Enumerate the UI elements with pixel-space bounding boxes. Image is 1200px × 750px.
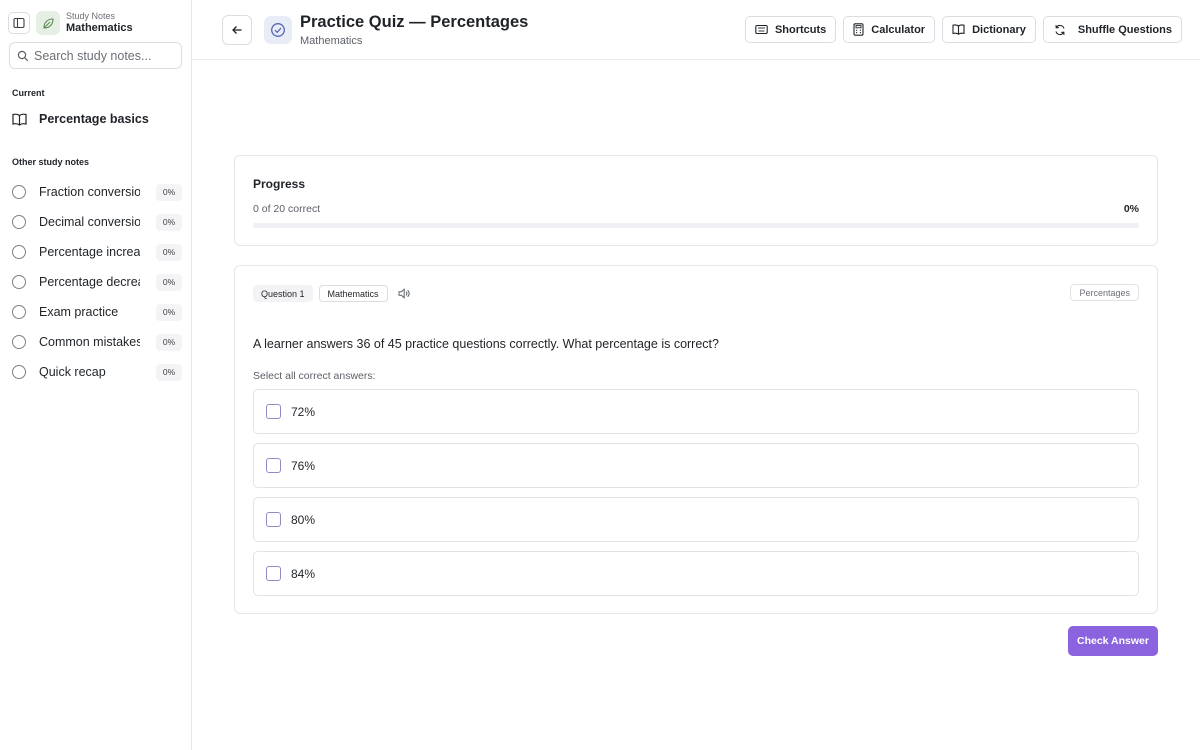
note-item[interactable]: Exam practice 0%	[12, 297, 182, 327]
progress-circle-icon	[12, 215, 26, 229]
progress-card: Progress 0 of 20 correct 0%	[234, 155, 1158, 246]
note-item[interactable]: Common mistakes 0%	[12, 327, 182, 357]
toolbar: Shortcuts Calculator Dictionary Shuffle …	[744, 16, 1182, 43]
note-label: Exam practice	[39, 305, 119, 319]
option-label: 76%	[291, 458, 316, 473]
back-button[interactable]	[222, 15, 252, 45]
note-progress-badge: 0%	[156, 243, 182, 261]
note-progress-badge: 0%	[156, 303, 182, 321]
note-label: Common mistakes	[39, 335, 140, 349]
keyboard-icon	[755, 24, 768, 35]
page-subtitle: Mathematics	[300, 35, 363, 47]
brand: Study Notes Mathematics	[66, 12, 133, 34]
option-label: 84%	[291, 566, 316, 581]
shortcuts-label: Shortcuts	[774, 23, 827, 36]
note-item[interactable]: Fraction conversions 0%	[12, 177, 182, 207]
search-icon	[17, 50, 29, 62]
brand-subtitle: Study Notes	[66, 11, 116, 21]
progress-count: 0 of 20 correct	[253, 203, 321, 215]
calculator-icon	[853, 23, 864, 36]
refresh-icon	[1054, 24, 1066, 36]
calculator-label: Calculator	[871, 23, 926, 36]
search-input[interactable]	[34, 48, 174, 63]
answer-option[interactable]: 84%	[253, 551, 1139, 596]
note-label: Percentage increase	[39, 245, 140, 259]
question-number-tag: Question 1	[253, 285, 313, 302]
option-label: 80%	[291, 512, 316, 527]
question-hint: Select all correct answers:	[253, 370, 376, 382]
current-note-label: Percentage basics	[39, 112, 149, 126]
check-circle-icon	[264, 16, 292, 44]
note-progress-badge: 0%	[156, 363, 182, 381]
shuffle-questions-button[interactable]: Shuffle Questions	[1042, 16, 1182, 43]
current-section-label: Current	[12, 88, 45, 98]
sidebar-panel-icon	[13, 17, 25, 29]
note-item[interactable]: Percentage increase 0%	[12, 237, 182, 267]
shortcuts-button[interactable]: Shortcuts	[744, 16, 837, 43]
question-card: Question 1 Mathematics Percentages A lea…	[234, 265, 1158, 614]
page-title: Practice Quiz — Percentages	[300, 13, 529, 31]
note-item[interactable]: Percentage decrease 0%	[12, 267, 182, 297]
note-item[interactable]: Quick recap 0%	[12, 357, 182, 387]
progress-title: Progress	[253, 177, 306, 191]
option-label: 72%	[291, 404, 316, 419]
book-icon	[952, 24, 965, 35]
note-label: Decimal conversions	[39, 215, 140, 229]
leaf-logo-icon	[36, 11, 60, 35]
note-label: Percentage decrease	[39, 275, 140, 289]
sidebar: Study Notes Mathematics Current Percenta…	[0, 0, 192, 750]
progress-circle-icon	[12, 365, 26, 379]
progress-circle-icon	[12, 305, 26, 319]
topic-tag: Percentages	[1070, 284, 1139, 301]
current-note-item[interactable]: Percentage basics	[12, 110, 149, 128]
arrow-left-icon	[231, 24, 243, 36]
progress-circle-icon	[12, 185, 26, 199]
answer-options: 72% 76% 80% 84%	[253, 389, 1139, 605]
calculator-button[interactable]: Calculator	[843, 16, 936, 43]
answer-option[interactable]: 76%	[253, 443, 1139, 488]
note-label: Quick recap	[39, 365, 106, 379]
note-progress-badge: 0%	[156, 183, 182, 201]
check-answer-button[interactable]: Check Answer	[1068, 626, 1158, 656]
checkbox[interactable]	[266, 512, 281, 527]
checkbox[interactable]	[266, 566, 281, 581]
note-progress-badge: 0%	[156, 273, 182, 291]
question-text: A learner answers 36 of 45 practice ques…	[253, 337, 719, 351]
question-tags: Question 1 Mathematics	[253, 285, 411, 302]
note-progress-badge: 0%	[156, 213, 182, 231]
shuffle-questions-label: Shuffle Questions	[1077, 23, 1172, 36]
note-progress-badge: 0%	[156, 333, 182, 351]
progress-percent: 0%	[1123, 203, 1139, 215]
dictionary-button[interactable]: Dictionary	[942, 16, 1036, 43]
brand-title: Mathematics	[66, 22, 133, 34]
search-box[interactable]	[9, 42, 182, 69]
dictionary-label: Dictionary	[972, 23, 1026, 36]
progress-circle-icon	[12, 335, 26, 349]
progress-circle-icon	[12, 245, 26, 259]
sidebar-header: Study Notes Mathematics	[8, 10, 184, 36]
progress-circle-icon	[12, 275, 26, 289]
answer-option[interactable]: 72%	[253, 389, 1139, 434]
toggle-sidebar-button[interactable]	[8, 12, 30, 34]
checkbox[interactable]	[266, 404, 281, 419]
note-label: Fraction conversions	[39, 185, 140, 199]
answer-option[interactable]: 80%	[253, 497, 1139, 542]
note-item[interactable]: Decimal conversions 0%	[12, 207, 182, 237]
checkbox[interactable]	[266, 458, 281, 473]
subject-tag: Mathematics	[318, 285, 388, 302]
page-header: Practice Quiz — Percentages Mathematics …	[192, 0, 1200, 60]
progress-bar	[253, 223, 1139, 228]
speaker-icon[interactable]	[398, 288, 411, 299]
open-book-icon	[12, 113, 27, 126]
other-notes-list: Fraction conversions 0% Decimal conversio…	[12, 177, 182, 387]
other-notes-section-label: Other study notes	[12, 157, 90, 167]
